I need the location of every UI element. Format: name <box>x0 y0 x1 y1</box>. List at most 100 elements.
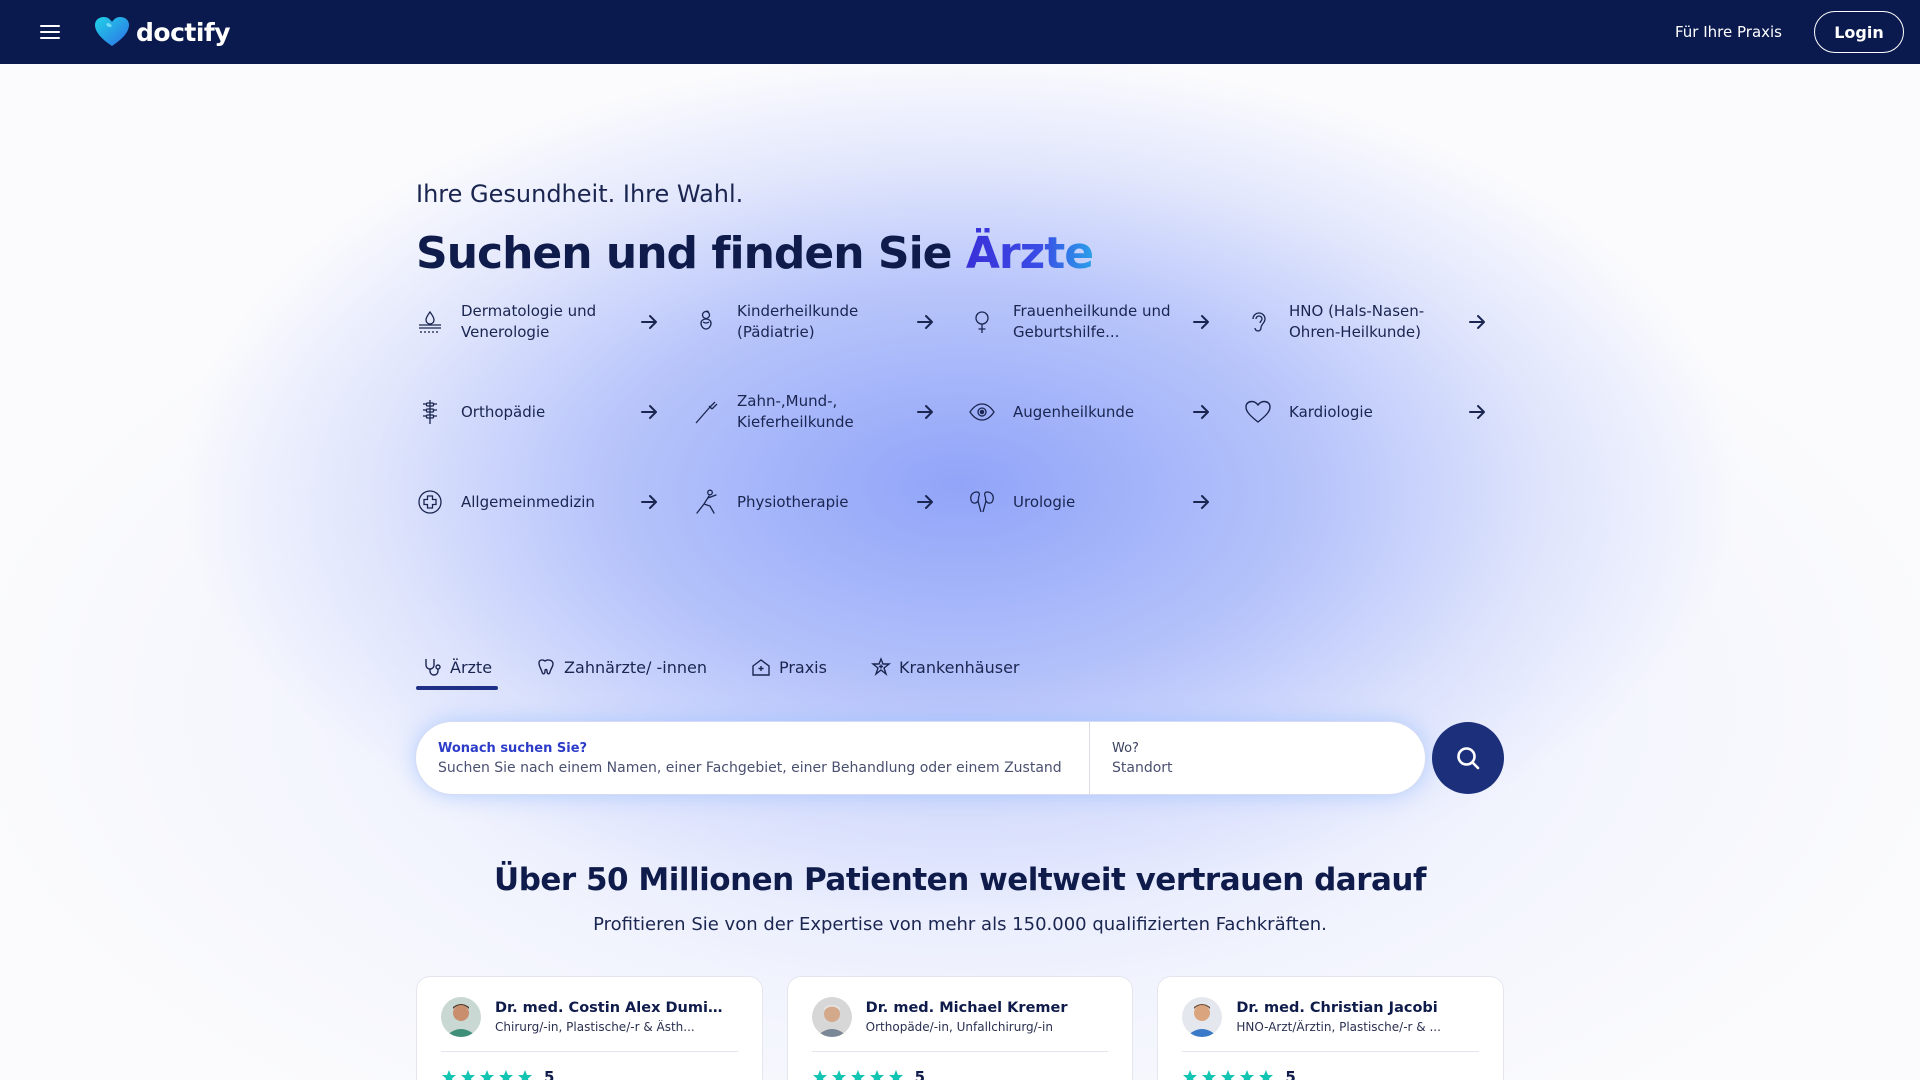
what-search-input[interactable] <box>438 759 1067 776</box>
doctor-name: Dr. med. Michael Kremer <box>865 1000 1068 1016</box>
top-navigation-bar: doctify Für Ihre Praxis Login <box>0 0 1920 64</box>
skin-icon <box>416 308 444 336</box>
star-icon <box>518 1070 532 1080</box>
doctor-specialty: Orthopäde/-in, Unfallchirurg/-in <box>865 1020 1053 1034</box>
star-icon <box>1183 1070 1198 1080</box>
star-icon <box>1259 1070 1274 1080</box>
tab-practice[interactable]: Praxis <box>745 644 833 690</box>
specialty-item-pediatrics[interactable]: Kinderheilkunde (Pädiatrie) <box>692 292 936 352</box>
for-practice-link[interactable]: Für Ihre Praxis <box>1675 23 1782 41</box>
specialty-label: Kinderheilkunde (Pädiatrie) <box>737 302 859 341</box>
heart-logo-icon <box>95 17 129 46</box>
tab-doctors[interactable]: Ärzte <box>416 644 499 690</box>
logo-text: doctify <box>136 17 231 47</box>
stretching-icon <box>692 488 720 516</box>
star-icon <box>831 1070 846 1080</box>
doctor-name: Dr. med. Christian Jacobi <box>1236 1000 1438 1016</box>
trust-subtitle: Profitieren Sie von der Expertise von me… <box>593 914 1327 935</box>
doctor-specialty: Chirurg/-in, Plastische/-r & Ästh... <box>495 1020 695 1034</box>
hero-section: Ihre Gesundheit. Ihre Wahl. Suchen und f… <box>0 64 1920 1080</box>
search-button[interactable] <box>1432 722 1504 794</box>
arrow-right-icon <box>638 311 660 333</box>
star-rating: 5 <box>441 1068 738 1080</box>
specialty-item-physiotherapy[interactable]: Physiotherapie <box>692 472 936 532</box>
location-input[interactable] <box>1112 759 1403 776</box>
specialty-label: Orthopädie <box>461 402 546 421</box>
specialty-label: Zahn-,Mund-, Kieferheilkunde <box>737 392 854 431</box>
star-icon <box>888 1070 903 1080</box>
specialty-item-orthopedics[interactable]: Orthopädie <box>416 382 660 442</box>
specialty-item-gynecology[interactable]: Frauenheilkunde und Geburtshilfe... <box>968 292 1212 352</box>
stethoscope-icon <box>425 659 441 676</box>
ear-icon <box>1244 308 1272 336</box>
tab-label: Zahnärzte/ -innen <box>564 657 707 677</box>
star-icon <box>1202 1070 1217 1080</box>
specialty-label: HNO (Hals-Nasen-Ohren-Heilkunde) <box>1289 302 1425 341</box>
doctor-card[interactable]: Dr. med. Christian Jacobi HNO-Arzt/Ärzti… <box>1157 976 1505 1080</box>
specialty-item-cardiology[interactable]: Kardiologie <box>1244 382 1488 442</box>
hamburger-menu-icon[interactable] <box>40 20 64 44</box>
spine-icon <box>416 398 444 426</box>
what-search-field[interactable]: Wonach suchen Sie? <box>416 722 1089 794</box>
doctor-name: Dr. med. Costin Alex Dumitres... <box>495 1000 725 1016</box>
medical-cross-icon <box>416 488 444 516</box>
tab-label: Ärzte <box>450 657 493 677</box>
dental-tool-icon <box>692 398 720 426</box>
doctor-cards: Dr. med. Costin Alex Dumitres... Chirurg… <box>416 976 1505 1080</box>
arrow-right-icon <box>1190 491 1212 513</box>
tab-dentists[interactable]: Zahnärzte/ -innen <box>530 644 713 690</box>
tooth-icon <box>538 659 554 675</box>
baby-icon <box>692 308 720 336</box>
arrow-right-icon <box>638 401 660 423</box>
specialty-grid: Dermatologie und Venerologie Kinderheilk… <box>416 292 1504 532</box>
arrow-right-icon <box>1190 401 1212 423</box>
specialty-label: Allgemeinmedizin <box>461 492 595 511</box>
star-icon <box>1240 1070 1255 1080</box>
login-button[interactable]: Login <box>1814 11 1904 53</box>
avatar <box>811 997 852 1037</box>
specialty-label: Urologie <box>1013 492 1076 511</box>
arrow-right-icon <box>914 401 936 423</box>
star-icon <box>480 1070 494 1080</box>
arrow-right-icon <box>914 491 936 513</box>
kidneys-icon <box>968 488 996 516</box>
search-category-tabs: Ärzte Zahnärzte/ -innen Praxis Krankenhä… <box>416 644 1504 690</box>
arrow-right-icon <box>1466 401 1488 423</box>
eye-icon <box>968 398 996 426</box>
arrow-right-icon <box>914 311 936 333</box>
specialty-label: Physiotherapie <box>737 492 849 511</box>
rating-value: 5 <box>1285 1068 1296 1080</box>
specialty-item-ophthalmology[interactable]: Augenheilkunde <box>968 382 1212 442</box>
specialty-item-ent[interactable]: HNO (Hals-Nasen-Ohren-Heilkunde) <box>1244 292 1488 352</box>
search-bar: Wonach suchen Sie? Wo? <box>416 722 1504 794</box>
star-icon <box>499 1070 513 1080</box>
doctor-card[interactable]: Dr. med. Costin Alex Dumitres... Chirurg… <box>416 976 763 1080</box>
avatar <box>441 997 481 1037</box>
star-icon <box>812 1070 827 1080</box>
specialty-label: Frauenheilkunde und Geburtshilfe... <box>1013 302 1171 341</box>
star-icon <box>442 1070 456 1080</box>
female-icon <box>968 308 996 336</box>
where-label: Wo? <box>1112 740 1139 756</box>
specialty-item-general-medicine[interactable]: Allgemeinmedizin <box>416 472 660 532</box>
where-search-field[interactable]: Wo? <box>1089 722 1425 794</box>
specialty-label: Kardiologie <box>1289 402 1373 421</box>
heart-icon <box>1244 398 1272 426</box>
star-icon <box>1221 1070 1236 1080</box>
rating-value: 5 <box>914 1068 926 1080</box>
doctor-card[interactable]: Dr. med. Michael Kremer Orthopäde/-in, U… <box>786 976 1134 1080</box>
headline-accent: Ärzte <box>965 228 1094 279</box>
rating-value: 5 <box>544 1068 555 1080</box>
doctify-logo[interactable]: doctify <box>94 16 231 48</box>
tab-hospitals[interactable]: Krankenhäuser <box>865 644 1026 690</box>
what-label: Wonach suchen Sie? <box>438 740 588 756</box>
specialty-item-dentistry[interactable]: Zahn-,Mund-, Kieferheilkunde <box>692 382 936 442</box>
tab-label: Praxis <box>778 657 827 677</box>
specialty-item-urology[interactable]: Urologie <box>968 472 1212 532</box>
specialty-item-dermatology[interactable]: Dermatologie und Venerologie <box>416 292 660 352</box>
headline-prefix: Suchen und finden Sie <box>416 228 966 279</box>
star-icon <box>869 1070 884 1080</box>
arrow-right-icon <box>1466 311 1488 333</box>
star-icon <box>850 1070 865 1080</box>
star-rating: 5 <box>812 1068 1109 1080</box>
